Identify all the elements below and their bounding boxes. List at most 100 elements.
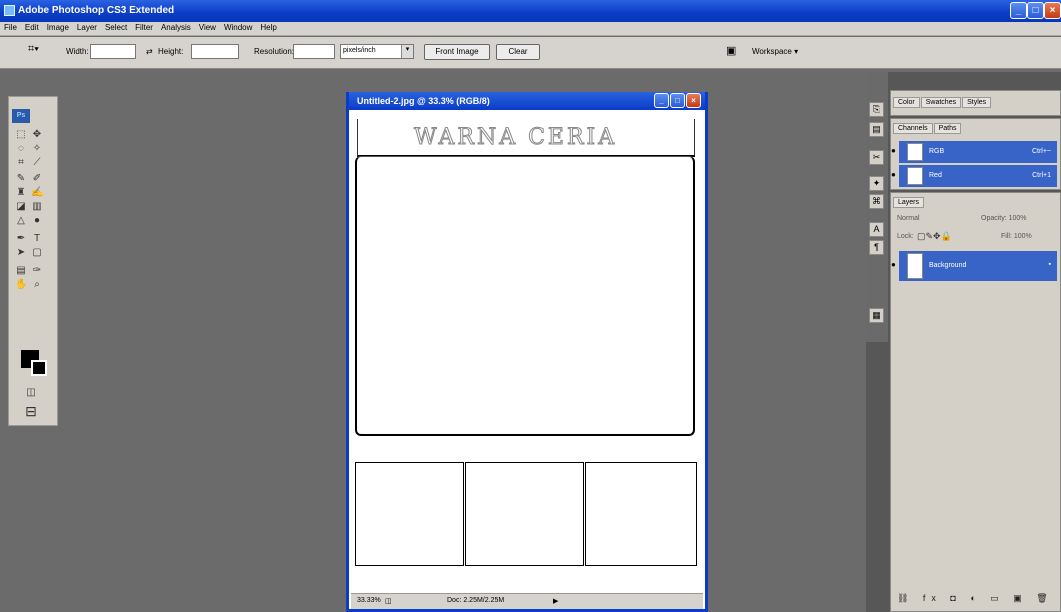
- height-field[interactable]: [191, 44, 239, 59]
- path-selection-icon[interactable]: ➤: [15, 247, 27, 259]
- menu-filter[interactable]: Filter: [131, 22, 157, 33]
- notes-tool-icon[interactable]: ▤: [15, 265, 27, 277]
- channels-panel-tabs: Channels Paths: [893, 123, 962, 137]
- move-tool-icon[interactable]: ✥: [31, 129, 43, 141]
- zoom-tool-icon[interactable]: ⌕: [31, 279, 43, 291]
- layers-panel: Layers Normal Opacity: 100% Lock: ▢✎✥🔒 F…: [890, 192, 1061, 612]
- brushes-panel-icon[interactable]: ✦: [869, 176, 884, 191]
- menu-file[interactable]: File: [0, 22, 21, 33]
- magic-wand-tool-icon[interactable]: ✧: [31, 143, 43, 155]
- doc-close-button[interactable]: ×: [686, 93, 701, 108]
- eye-icon[interactable]: ●: [891, 170, 899, 180]
- paragraph-panel-icon[interactable]: ¶: [869, 240, 884, 255]
- channel-name: RGB: [929, 148, 945, 155]
- screen-mode-icon[interactable]: ⊟: [25, 404, 37, 418]
- width-field[interactable]: [90, 44, 136, 59]
- blur-tool-icon[interactable]: △: [15, 215, 27, 227]
- doc-minimize-button[interactable]: _: [654, 93, 669, 108]
- actions-panel-icon[interactable]: ▤: [869, 122, 884, 137]
- brush-tool-icon[interactable]: ✐: [31, 173, 43, 185]
- menu-select[interactable]: Select: [101, 22, 131, 33]
- channel-shortcut: Ctrl+1: [1032, 172, 1051, 179]
- dodge-tool-icon[interactable]: ●: [31, 215, 43, 227]
- menu-analysis[interactable]: Analysis: [157, 22, 195, 33]
- tab-swatches[interactable]: Swatches: [920, 97, 962, 108]
- status-info-icon[interactable]: ◫: [385, 597, 392, 605]
- document-titlebar: Untitled-2.jpg @ 33.3% (RGB/8) _ □ ×: [349, 92, 705, 110]
- zoom-level[interactable]: 33.33%: [357, 597, 381, 604]
- eraser-tool-icon[interactable]: ◪: [15, 201, 27, 213]
- front-image-button[interactable]: Front Image: [424, 44, 490, 60]
- swap-icon[interactable]: ⇄: [146, 47, 153, 56]
- menu-view[interactable]: View: [195, 22, 220, 33]
- close-button[interactable]: ×: [1044, 2, 1061, 19]
- bottom-panel-left: [355, 462, 464, 566]
- tab-channels[interactable]: Channels: [893, 123, 933, 134]
- layers-panel-tabs: Layers: [893, 197, 925, 211]
- opacity-field[interactable]: Opacity: 100%: [981, 215, 1027, 222]
- options-bar: ⌗▾ Width: ⇄ Height: Resolution: pixels/i…: [0, 37, 1061, 69]
- panel-dock: ⎘ ▤ ✂ ✦ ⌘ A ¶ ▦ Color Swatches Styles Chan…: [866, 72, 1061, 612]
- photoshop-app-icon: [4, 5, 15, 16]
- tab-color[interactable]: Color: [893, 97, 920, 108]
- doc-maximize-button[interactable]: □: [670, 93, 685, 108]
- tab-layers[interactable]: Layers: [893, 197, 925, 208]
- layer-name: Background: [929, 262, 967, 269]
- crop-tool-icon[interactable]: ⌗: [15, 157, 27, 169]
- color-panel: Color Swatches Styles: [890, 90, 1061, 116]
- gradient-tool-icon[interactable]: ▥: [31, 201, 43, 213]
- history-panel-icon[interactable]: ⎘: [869, 102, 884, 117]
- maximize-button[interactable]: □: [1027, 2, 1044, 19]
- channel-row-rgb[interactable]: ● RGB Ctrl+~: [891, 141, 1057, 163]
- fill-field[interactable]: Fill: 100%: [1001, 233, 1032, 240]
- history-brush-icon[interactable]: ✍: [31, 187, 43, 199]
- menu-image[interactable]: Image: [43, 22, 73, 33]
- pen-tool-icon[interactable]: ✒: [15, 233, 27, 245]
- type-tool-icon[interactable]: T: [31, 233, 43, 245]
- tab-styles[interactable]: Styles: [962, 97, 992, 108]
- clear-button[interactable]: Clear: [496, 44, 540, 60]
- resolution-field[interactable]: [293, 44, 335, 59]
- clone-source-icon[interactable]: ⌘: [869, 194, 884, 209]
- quick-mask-icon[interactable]: ◫: [25, 387, 37, 399]
- main-panel-frame: [355, 156, 695, 436]
- status-arrow-icon[interactable]: ▶: [553, 597, 558, 605]
- character-panel-icon[interactable]: A: [869, 222, 884, 237]
- lock-icons[interactable]: ▢✎✥🔒: [917, 231, 952, 242]
- resolution-unit-select[interactable]: pixels/inch ▾: [340, 44, 414, 59]
- hand-tool-icon[interactable]: ✋: [15, 279, 27, 291]
- layer-comps-icon[interactable]: ▦: [869, 308, 884, 323]
- workspace-button[interactable]: Workspace ▾: [752, 47, 798, 56]
- slice-tool-icon[interactable]: ⟋: [31, 157, 43, 169]
- background-color-swatch[interactable]: [31, 360, 47, 376]
- collapsed-panel-strip: ⎘ ▤ ✂ ✦ ⌘ A ¶ ▦: [866, 72, 888, 342]
- marquee-tool-icon[interactable]: ⬚: [15, 129, 27, 141]
- document-canvas[interactable]: WARNA CERIA: [351, 114, 703, 594]
- blend-mode-select[interactable]: Normal: [897, 215, 920, 222]
- healing-brush-icon[interactable]: ✎: [15, 173, 27, 185]
- shape-tool-icon[interactable]: ▢: [31, 247, 43, 259]
- eyedropper-tool-icon[interactable]: ✑: [31, 265, 43, 277]
- menu-help[interactable]: Help: [256, 22, 280, 33]
- menu-edit[interactable]: Edit: [21, 22, 43, 33]
- tool-presets-icon[interactable]: ✂: [869, 150, 884, 165]
- palette-well-icon[interactable]: ▣: [726, 44, 736, 57]
- menu-layer[interactable]: Layer: [73, 22, 101, 33]
- clone-stamp-icon[interactable]: ♜: [15, 187, 27, 199]
- document-title: Untitled-2.jpg @ 33.3% (RGB/8): [357, 96, 490, 106]
- menu-window[interactable]: Window: [220, 22, 256, 33]
- width-label: Width:: [66, 47, 89, 56]
- eye-icon[interactable]: ●: [891, 146, 899, 156]
- crop-tool-icon[interactable]: ⌗▾: [28, 43, 39, 56]
- layers-footer-icons[interactable]: ⛓ fx ◘ ◐ ▭ ▣ 🗑: [897, 593, 1054, 604]
- layer-row-background[interactable]: ● Background ▪: [891, 251, 1057, 281]
- lasso-tool-icon[interactable]: ◌: [15, 143, 27, 155]
- resolution-unit-value: pixels/inch: [343, 47, 376, 54]
- lock-label: Lock:: [897, 233, 914, 240]
- channel-thumbnail: [907, 167, 923, 185]
- photoshop-logo: Ps: [12, 109, 30, 123]
- tab-paths[interactable]: Paths: [933, 123, 962, 134]
- minimize-button[interactable]: _: [1010, 2, 1027, 19]
- channel-row-red[interactable]: ● Red Ctrl+1: [891, 165, 1057, 187]
- eye-icon[interactable]: ●: [891, 260, 899, 270]
